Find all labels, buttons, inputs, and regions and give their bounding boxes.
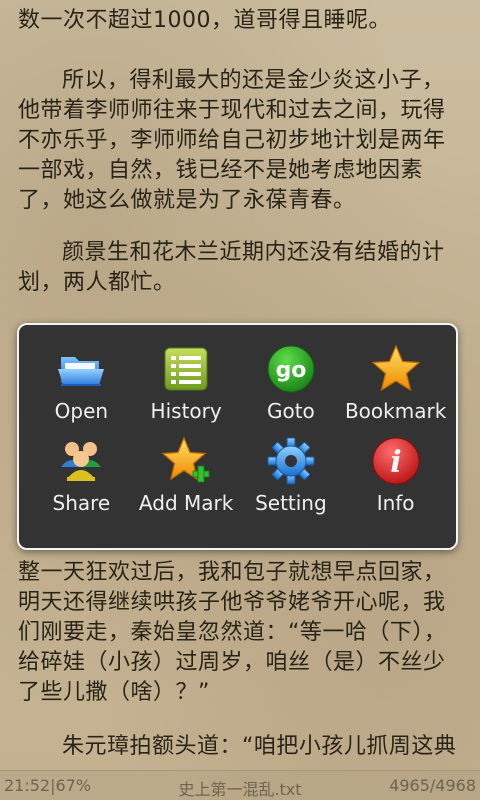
menu-item-info[interactable]: i Info [343, 435, 448, 527]
menu-item-history[interactable]: History [134, 343, 239, 435]
goto-icon-text: go [275, 358, 306, 383]
text-paragraph: 数一次不超过1000，道哥得且睡呢。 [18, 8, 391, 33]
text-paragraph: 朱元璋拍额头道：“咱把小孩儿抓周这典 [62, 734, 457, 759]
goto-icon: go [267, 345, 315, 393]
menu-item-add-mark[interactable]: Add Mark [134, 435, 239, 527]
menu-label-history: History [150, 399, 222, 423]
people-icon [61, 442, 102, 481]
menu-label-goto: Goto [266, 399, 315, 423]
status-bar: 21:52|67% 史上第一混乱.txt 4965/4968 [0, 770, 480, 800]
star-icon [371, 344, 421, 392]
menu-label-info: Info [376, 491, 415, 515]
menu-item-share[interactable]: Share [29, 435, 134, 527]
menu-item-goto[interactable]: go Goto [239, 343, 344, 435]
menu-label-bookmark: Bookmark [344, 399, 447, 423]
menu-label-share: Share [52, 491, 111, 515]
menu-label-setting: Setting [255, 491, 327, 515]
menu-item-setting[interactable]: Setting [239, 435, 344, 527]
menu-item-bookmark[interactable]: Bookmark [343, 343, 448, 435]
folder-icon [58, 357, 105, 386]
menu-label-open: Open [54, 399, 109, 423]
text-paragraph: 整一天狂欢过后，我和包子就想早点回家，明天还得继续哄孩子他爷爷姥爷开心呢，我们刚… [18, 560, 447, 705]
gear-icon [267, 437, 315, 485]
info-icon: i [372, 437, 420, 485]
text-paragraph: 所以，得利最大的还是金少炎这小子，他带着李师师往来于现代和过去之间，玩得不亦乐乎… [18, 68, 446, 213]
history-list-icon [164, 347, 208, 391]
text-paragraph: 颜景生和花木兰近期内还没有结婚的计划，两人都忙。 [18, 240, 445, 295]
menu-label-add-mark: Add Mark [138, 491, 234, 515]
options-menu-grid: Open History go Goto Bookmark Share Add … [29, 343, 448, 527]
options-menu: Open History go Goto Bookmark Share Add … [17, 323, 458, 550]
add-star-icon [161, 436, 210, 483]
info-icon-text: i [390, 445, 401, 480]
status-page-progress: 4965/4968 [389, 776, 476, 795]
menu-item-open[interactable]: Open [29, 343, 134, 435]
